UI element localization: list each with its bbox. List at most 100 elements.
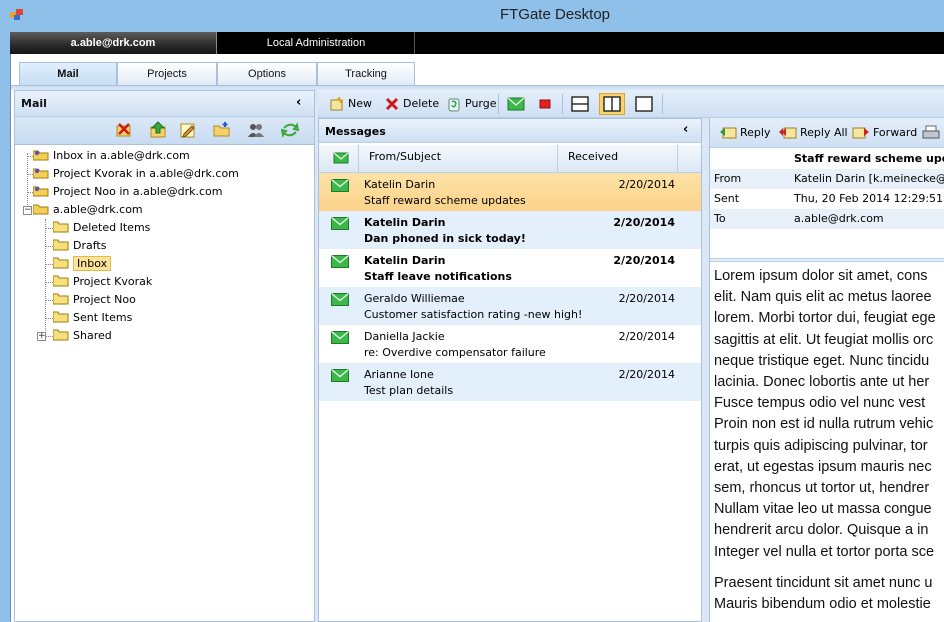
- message-row[interactable]: Geraldo Williemae Customer satisfaction …: [319, 287, 701, 325]
- tree-item-shared-kvorak[interactable]: Project Kvorak in a.able@drk.com: [33, 165, 239, 183]
- collapse-messages-icon[interactable]: ‹: [683, 122, 688, 137]
- tab-mail[interactable]: Mail: [19, 62, 117, 87]
- to-label: To: [714, 212, 726, 225]
- message-subject-header: Staff reward scheme upda: [794, 152, 944, 165]
- tree-item-drafts[interactable]: Drafts: [53, 237, 106, 255]
- print-button[interactable]: [918, 123, 944, 143]
- column-from-subject[interactable]: From/Subject: [359, 145, 558, 173]
- flag-icon: [539, 99, 551, 109]
- message-sender: Katelin Darin: [364, 216, 446, 229]
- folder-icon: [53, 275, 69, 287]
- tree-label: Inbox in a.able@drk.com: [53, 149, 190, 162]
- tree-item-shared-noo[interactable]: Project Noo in a.able@drk.com: [33, 183, 223, 201]
- right-splitter[interactable]: [702, 118, 709, 622]
- delete-folder-icon[interactable]: [115, 121, 133, 139]
- read-envelope-icon: [331, 179, 349, 192]
- tree-item-shared-inbox[interactable]: Inbox in a.able@drk.com: [33, 147, 190, 165]
- message-subject: Staff reward scheme updates: [364, 194, 526, 207]
- reading-pane: Reply Reply All Forward Staff reward sch…: [709, 118, 944, 622]
- to-row: To a.able@drk.com: [710, 209, 944, 229]
- account-tab-user[interactable]: a.able@drk.com: [10, 32, 217, 54]
- shared-folder-icon: [33, 186, 49, 197]
- delete-label: Delete: [403, 97, 440, 110]
- expand-shared-icon[interactable]: +: [37, 332, 46, 341]
- reply-icon: [720, 127, 737, 139]
- message-date: 2/20/2014: [618, 368, 675, 381]
- body-line: [714, 563, 944, 573]
- edit-icon[interactable]: [179, 121, 197, 139]
- layout-single-button[interactable]: [632, 94, 656, 114]
- tree-label: Project Kvorak in a.able@drk.com: [53, 167, 239, 180]
- header-body-splitter[interactable]: [710, 258, 944, 262]
- move-up-icon[interactable]: [149, 121, 167, 139]
- message-header-info: Staff reward scheme upda From Katelin Da…: [710, 148, 944, 258]
- message-sender: Geraldo Williemae: [364, 292, 465, 305]
- new-button[interactable]: New: [326, 94, 375, 114]
- message-subject: Test plan details: [364, 384, 454, 397]
- tab-tracking[interactable]: Tracking: [317, 62, 415, 86]
- column-received[interactable]: Received: [558, 145, 678, 173]
- folder-pane-title: Mail: [21, 97, 47, 110]
- delete-button[interactable]: Delete: [381, 94, 442, 114]
- flag-button[interactable]: [534, 94, 556, 114]
- mark-read-button[interactable]: [504, 94, 528, 114]
- layout-vertical-button[interactable]: [599, 93, 625, 115]
- refresh-icon[interactable]: [281, 121, 299, 139]
- envelope-icon: [333, 152, 349, 164]
- nav-tabs: Mail Projects Options Tracking: [11, 56, 944, 87]
- from-label: From: [714, 172, 742, 185]
- body-line: sagittis at elit. Ut feugiat mollis orc: [714, 331, 934, 348]
- delete-icon: [385, 97, 399, 111]
- message-row[interactable]: Katelin Darin Staff leave notifications …: [319, 249, 701, 287]
- reply-all-button[interactable]: Reply All: [776, 123, 851, 143]
- folder-icon: [53, 221, 69, 233]
- sent-label: Sent: [714, 192, 740, 205]
- tree-item-sent-items[interactable]: Sent Items: [53, 309, 132, 327]
- body-line: turpis quis adipiscing pulvinar, tor: [714, 437, 928, 454]
- reply-all-icon: [779, 127, 797, 139]
- message-row[interactable]: Daniella Jackie re: Overdive compensator…: [319, 325, 701, 363]
- tree-item-account[interactable]: a.able@drk.com: [33, 201, 143, 219]
- tree-item-inbox[interactable]: Inbox: [53, 255, 112, 273]
- tab-options[interactable]: Options: [217, 62, 317, 86]
- print-icon: [922, 125, 940, 139]
- message-pane-title: Messages: [325, 125, 386, 138]
- sent-value: Thu, 20 Feb 2014 12:29:51: [794, 192, 944, 205]
- message-subject: re: Overdive compensator failure: [364, 346, 546, 359]
- body-line: Lorem ipsum dolor sit amet, cons: [714, 268, 928, 284]
- folder-pane-header: Mail ‹: [15, 91, 314, 117]
- tree-item-deleted-items[interactable]: Deleted Items: [53, 219, 150, 237]
- folder-icon: [53, 329, 69, 341]
- forward-button[interactable]: Forward: [849, 123, 920, 143]
- message-row[interactable]: Katelin Darin Staff reward scheme update…: [319, 173, 701, 211]
- message-row[interactable]: Katelin Darin Dan phoned in sick today! …: [319, 211, 701, 249]
- layout-horizontal-button[interactable]: [568, 94, 592, 114]
- message-date: 2/20/2014: [618, 178, 675, 191]
- collapse-account-icon[interactable]: −: [23, 206, 32, 215]
- reply-label: Reply: [740, 126, 771, 139]
- to-value: a.able@drk.com: [794, 212, 884, 225]
- message-list-pane: Messages ‹ From/Subject Received Katelin…: [318, 118, 702, 622]
- folder-icon: [53, 311, 69, 323]
- reply-button[interactable]: Reply: [716, 123, 773, 143]
- message-body: Lorem ipsum dolor sit amet, cons elit. N…: [714, 266, 944, 622]
- purge-button[interactable]: Purge: [443, 94, 500, 114]
- folder-icon: [53, 293, 69, 305]
- tab-projects[interactable]: Projects: [117, 62, 217, 86]
- users-icon[interactable]: [247, 121, 265, 139]
- tree-label: Deleted Items: [73, 221, 151, 234]
- reply-toolbar: Reply Reply All Forward: [710, 118, 944, 148]
- read-envelope-icon: [331, 293, 349, 306]
- message-subject: Staff leave notifications: [364, 270, 512, 283]
- message-row[interactable]: Arianne Ione Test plan details 2/20/2014: [319, 363, 701, 401]
- tree-label: Sent Items: [73, 311, 133, 324]
- tree-item-shared[interactable]: Shared: [53, 327, 112, 345]
- tree-item-project-noo[interactable]: Project Noo: [53, 291, 136, 309]
- collapse-left-icon[interactable]: ‹: [296, 95, 301, 110]
- forward-label: Forward: [873, 126, 918, 139]
- body-line: hendrerit arcu dolor. Quisque a in: [714, 522, 929, 539]
- new-folder-icon[interactable]: [213, 121, 231, 139]
- account-tab-local-admin[interactable]: Local Administration: [218, 32, 415, 54]
- tree-item-project-kvorak[interactable]: Project Kvorak: [53, 273, 152, 291]
- column-status[interactable]: [319, 145, 359, 173]
